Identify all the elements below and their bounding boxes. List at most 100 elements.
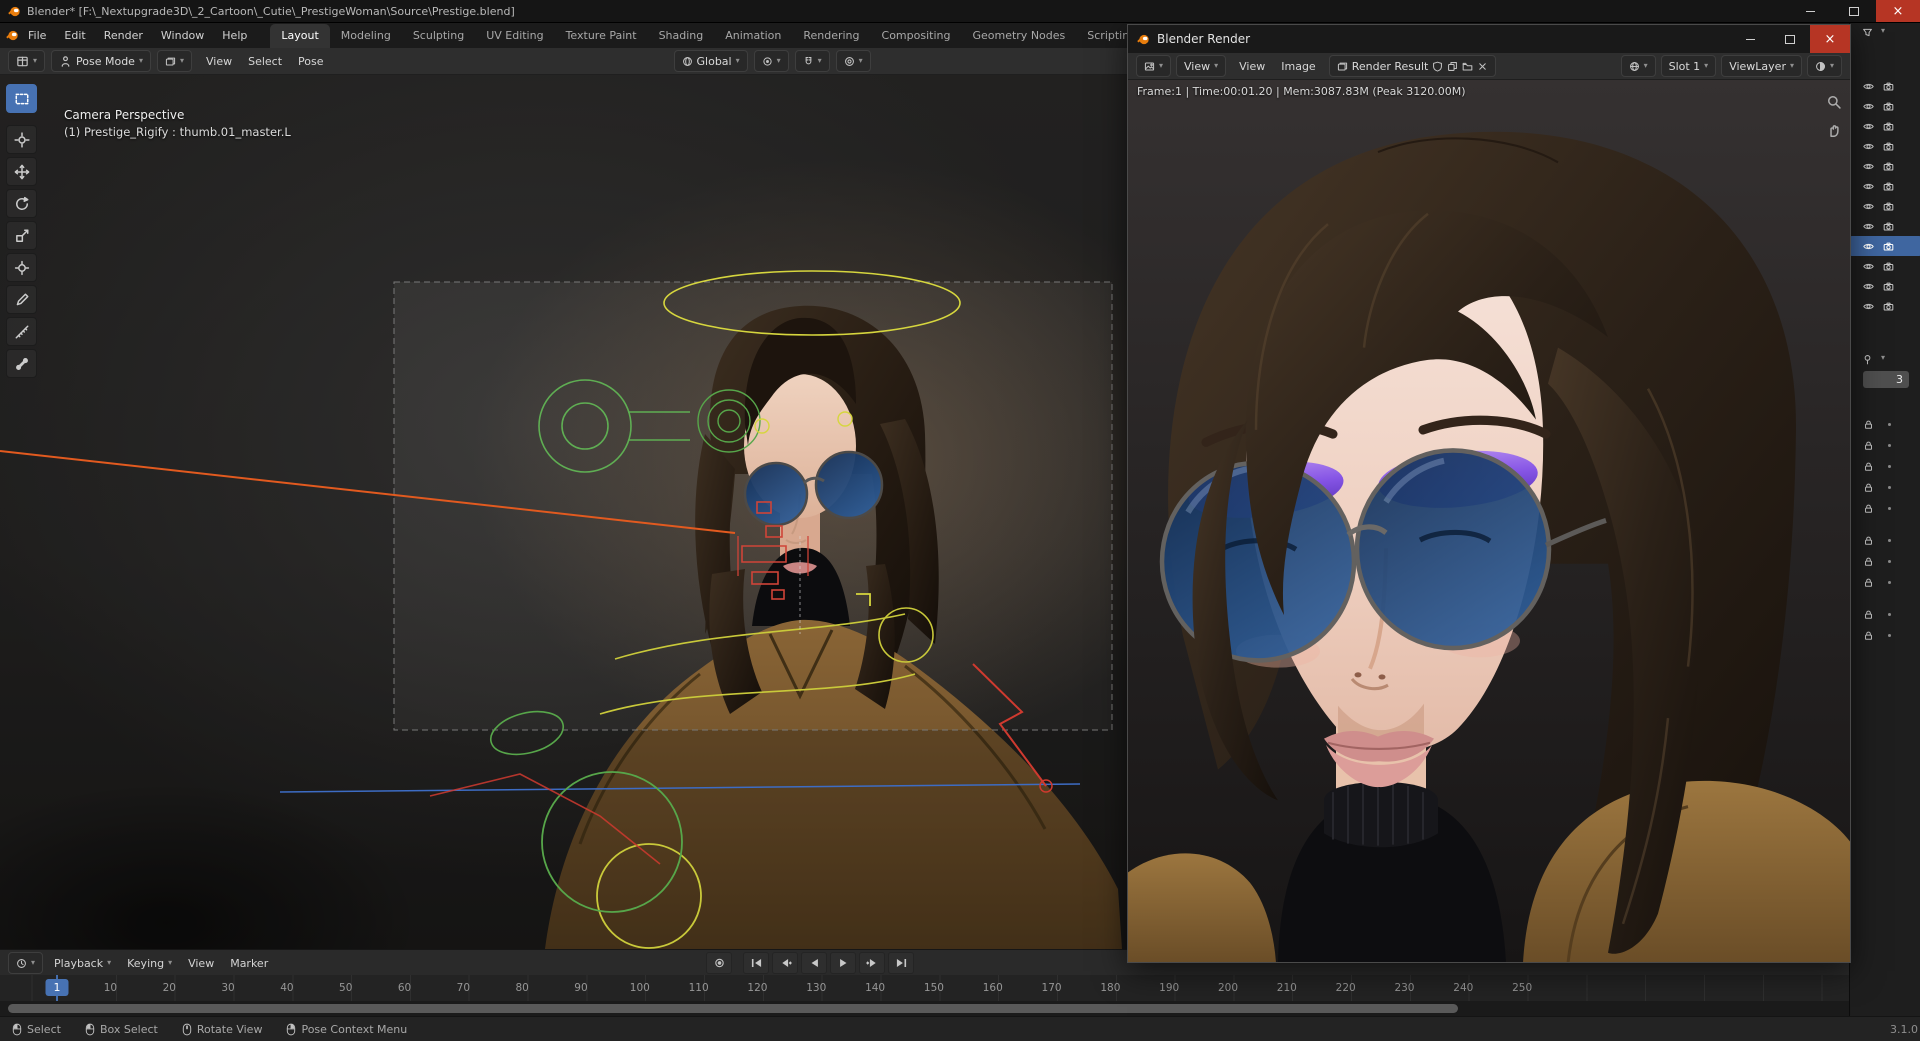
- disable-in-renders-camera-icon[interactable]: [1883, 301, 1894, 312]
- hide-in-viewport-eye-icon[interactable]: [1863, 261, 1874, 272]
- jump-end-button[interactable]: [888, 952, 914, 974]
- proportional-edit-selector[interactable]: ▾: [836, 50, 871, 72]
- lock-icon[interactable]: [1863, 461, 1874, 472]
- tool-move[interactable]: [6, 157, 37, 186]
- filter-icon[interactable]: [1862, 27, 1873, 38]
- lock-icon[interactable]: [1863, 482, 1874, 493]
- image-menu-image[interactable]: Image: [1273, 57, 1323, 76]
- browse-image-icon[interactable]: [1337, 61, 1348, 72]
- lock-icon[interactable]: [1863, 419, 1874, 430]
- lock-row[interactable]: [1850, 604, 1920, 625]
- disable-in-renders-camera-icon[interactable]: [1883, 281, 1894, 292]
- tool-select-box[interactable]: [6, 84, 37, 113]
- disable-in-renders-camera-icon[interactable]: [1883, 241, 1894, 252]
- lock-row[interactable]: [1850, 414, 1920, 435]
- render-maximize-button[interactable]: [1770, 25, 1810, 53]
- hide-in-viewport-eye-icon[interactable]: [1863, 241, 1874, 252]
- workspace-tab-texture-paint[interactable]: Texture Paint: [555, 24, 648, 48]
- timeline-menu-view[interactable]: View: [181, 954, 221, 973]
- play-button[interactable]: [830, 952, 856, 974]
- pivot-point-selector[interactable]: ▾: [754, 50, 789, 72]
- workspace-tab-sculpting[interactable]: Sculpting: [402, 24, 475, 48]
- lock-row[interactable]: [1850, 498, 1920, 519]
- lock-row[interactable]: [1850, 477, 1920, 498]
- timeline-editor-selector[interactable]: ▾: [8, 952, 43, 974]
- jump-start-button[interactable]: [743, 952, 769, 974]
- timeline-ruler[interactable]: 1 10203040506070809010011012013014015016…: [0, 975, 1849, 1001]
- render-window-titlebar[interactable]: Blender Render ×: [1128, 25, 1850, 53]
- disable-in-renders-camera-icon[interactable]: [1883, 121, 1894, 132]
- lock-icon[interactable]: [1863, 503, 1874, 514]
- outliner-row[interactable]: [1850, 116, 1920, 136]
- hide-in-viewport-eye-icon[interactable]: [1863, 101, 1874, 112]
- properties-number-field[interactable]: 3: [1863, 371, 1909, 388]
- blender-menu-icon[interactable]: [6, 29, 19, 42]
- outliner-row[interactable]: [1850, 236, 1920, 256]
- timeline-menu-keying[interactable]: Keying▾: [120, 954, 179, 973]
- pin-icon[interactable]: [1862, 354, 1873, 365]
- minimize-button[interactable]: [1788, 0, 1832, 22]
- header-menu-view[interactable]: View: [198, 52, 240, 71]
- hide-in-viewport-eye-icon[interactable]: [1863, 181, 1874, 192]
- mode-selector[interactable]: Pose Mode ▾: [51, 50, 151, 72]
- image-menu-view[interactable]: View: [1231, 57, 1273, 76]
- lock-row[interactable]: [1850, 625, 1920, 646]
- outliner-row[interactable]: [1850, 216, 1920, 236]
- new-image-icon[interactable]: [1447, 61, 1458, 72]
- disable-in-renders-camera-icon[interactable]: [1883, 261, 1894, 272]
- lock-row[interactable]: [1850, 530, 1920, 551]
- lock-icon[interactable]: [1863, 609, 1874, 620]
- maximize-button[interactable]: [1832, 0, 1876, 22]
- lock-icon[interactable]: [1863, 556, 1874, 567]
- workspace-tab-uv-editing[interactable]: UV Editing: [475, 24, 554, 48]
- current-frame-badge[interactable]: 1: [46, 979, 69, 996]
- workspace-tab-rendering[interactable]: Rendering: [792, 24, 870, 48]
- tool-transform[interactable]: [6, 253, 37, 282]
- chevron-down-icon[interactable]: ▾: [1881, 354, 1885, 365]
- outliner-row[interactable]: [1850, 196, 1920, 216]
- transform-orientation[interactable]: Global ▾: [674, 50, 748, 72]
- outliner-row[interactable]: [1850, 136, 1920, 156]
- lock-row[interactable]: [1850, 435, 1920, 456]
- outliner-row[interactable]: [1850, 256, 1920, 276]
- lock-row[interactable]: [1850, 456, 1920, 477]
- outliner-row[interactable]: [1850, 276, 1920, 296]
- workspace-tab-layout[interactable]: Layout: [270, 24, 329, 48]
- workspace-tab-shading[interactable]: Shading: [648, 24, 715, 48]
- timeline-scrollbar[interactable]: [0, 1001, 1849, 1016]
- render-minimize-button[interactable]: [1730, 25, 1770, 53]
- disable-in-renders-camera-icon[interactable]: [1883, 81, 1894, 92]
- workspace-tab-modeling[interactable]: Modeling: [330, 24, 402, 48]
- workspace-tab-geometry-nodes[interactable]: Geometry Nodes: [961, 24, 1076, 48]
- zoom-icon[interactable]: [1826, 94, 1842, 110]
- lock-row[interactable]: [1850, 551, 1920, 572]
- timeline-menu-marker[interactable]: Marker: [223, 954, 275, 973]
- snap-selector[interactable]: ▾: [795, 50, 830, 72]
- lock-row[interactable]: [1850, 572, 1920, 593]
- timeline-menu-playback[interactable]: Playback▾: [47, 954, 118, 973]
- image-editor-type-selector[interactable]: ▾: [1136, 55, 1171, 77]
- outliner-row[interactable]: [1850, 176, 1920, 196]
- lock-icon[interactable]: [1863, 535, 1874, 546]
- play-reverse-button[interactable]: [801, 952, 827, 974]
- lock-icon[interactable]: [1863, 440, 1874, 451]
- render-slot-sphere[interactable]: ▾: [1621, 55, 1656, 77]
- lock-icon[interactable]: [1863, 577, 1874, 588]
- outliner-row[interactable]: [1850, 156, 1920, 176]
- menu-edit[interactable]: Edit: [55, 25, 94, 46]
- timeline-scroll-thumb[interactable]: [8, 1004, 1458, 1013]
- tool-measure[interactable]: [6, 317, 37, 346]
- disable-in-renders-camera-icon[interactable]: [1883, 141, 1894, 152]
- disable-in-renders-camera-icon[interactable]: [1883, 101, 1894, 112]
- hide-in-viewport-eye-icon[interactable]: [1863, 201, 1874, 212]
- auto-keyframe-button[interactable]: [706, 952, 732, 974]
- outliner-row[interactable]: [1850, 296, 1920, 316]
- prev-keyframe-button[interactable]: [772, 952, 798, 974]
- chevron-down-icon[interactable]: ▾: [1881, 27, 1885, 38]
- tool-cursor[interactable]: [6, 125, 37, 154]
- render-close-button[interactable]: ×: [1810, 25, 1850, 53]
- disable-in-renders-camera-icon[interactable]: [1883, 161, 1894, 172]
- tool-rotate[interactable]: [6, 189, 37, 218]
- hide-in-viewport-eye-icon[interactable]: [1863, 161, 1874, 172]
- unlink-image-icon[interactable]: [1477, 61, 1488, 72]
